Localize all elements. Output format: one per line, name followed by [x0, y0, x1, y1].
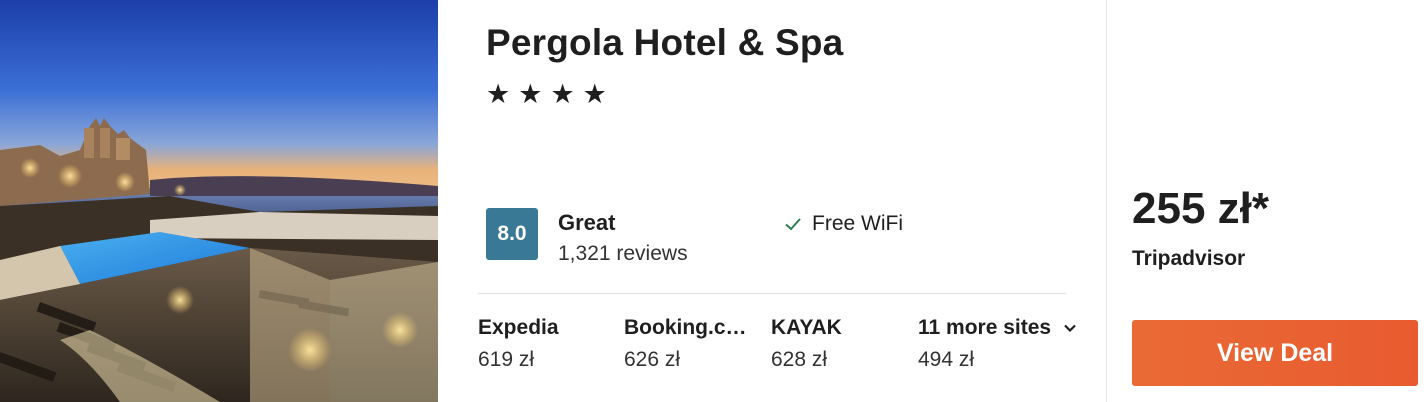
provider-price: 626 zł — [624, 348, 681, 371]
provider-name: Expedia — [478, 316, 559, 339]
provider-price: 494 zł — [918, 348, 975, 371]
hotel-photo[interactable] — [0, 0, 438, 402]
review-count[interactable]: 1,321 reviews — [558, 242, 688, 266]
provider-name: KAYAK — [771, 316, 842, 339]
star-icon: ★ — [518, 79, 543, 110]
star-rating: ★ ★ ★ ★ — [486, 80, 607, 110]
provider-name: 11 more sites — [918, 316, 1052, 339]
provider-name: Booking.com — [624, 316, 752, 339]
check-icon — [785, 218, 801, 231]
amenity-free-wifi: Free WiFi — [784, 212, 903, 236]
provider-expedia[interactable]: Expedia 619 zł — [478, 316, 559, 372]
column-divider — [1106, 0, 1107, 402]
view-deal-button[interactable]: View Deal — [1132, 320, 1418, 386]
rating-label: Great — [558, 210, 616, 235]
chevron-down-icon — [1064, 324, 1076, 333]
hotel-result-card: Pergola Hotel & Spa ★ ★ ★ ★ 8.0 Great 1,… — [0, 0, 1428, 402]
deal-source: Tripadvisor — [1132, 247, 1246, 270]
rating-score-badge: 8.0 — [486, 208, 538, 260]
star-icon: ★ — [550, 79, 575, 110]
more-sites-toggle[interactable]: 11 more sites 494 zł — [918, 316, 1077, 372]
provider-price: 628 zł — [771, 348, 828, 371]
deal-price: 255 zł* — [1132, 184, 1269, 233]
provider-price: 619 zł — [478, 348, 535, 371]
star-icon: ★ — [486, 79, 511, 110]
provider-booking[interactable]: Booking.com 626 zł — [624, 316, 752, 372]
amenity-label: Free WiFi — [812, 212, 903, 235]
hotel-name[interactable]: Pergola Hotel & Spa — [486, 22, 843, 64]
star-icon: ★ — [582, 79, 607, 110]
provider-kayak[interactable]: KAYAK 628 zł — [771, 316, 842, 372]
divider — [478, 293, 1066, 294]
